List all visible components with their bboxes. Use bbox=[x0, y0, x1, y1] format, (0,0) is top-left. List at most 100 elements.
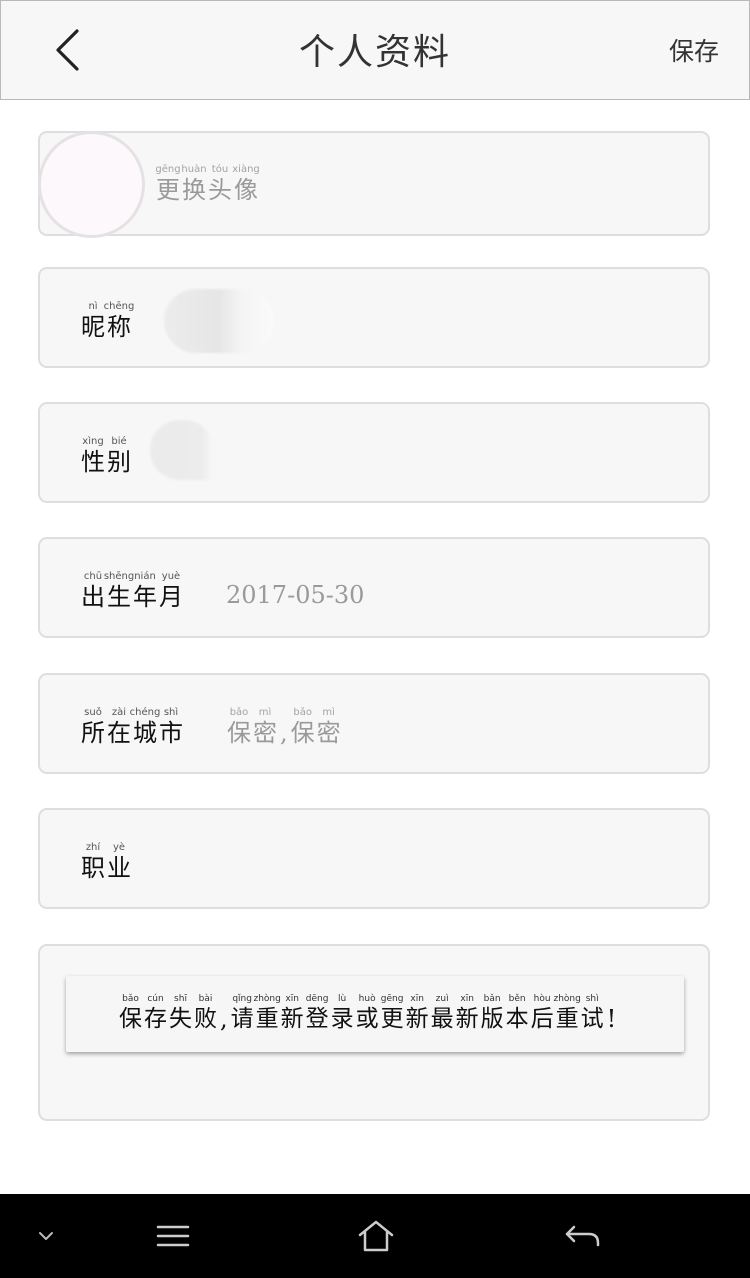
hanzi-text: 新 bbox=[280, 1006, 304, 1032]
change-avatar-label: gēng 更 huàn 换 tóu 头 xiàng 像 bbox=[155, 163, 259, 203]
hanzi-text: 存 bbox=[144, 1006, 167, 1032]
ruby-char: xìng 性 bbox=[80, 435, 106, 475]
pinyin-text: xìng bbox=[82, 436, 104, 447]
hanzi-text: 出 bbox=[81, 583, 105, 611]
ruby-char: zhí 职 bbox=[80, 841, 106, 881]
ruby-char: lù 录 bbox=[330, 992, 355, 1032]
ruby-char: xīn 新 bbox=[280, 992, 305, 1032]
occupation-row[interactable]: zhí 职 yè 业 bbox=[38, 808, 710, 909]
ruby-char: bǎo 保 bbox=[290, 706, 316, 746]
pinyin-text: bǎn bbox=[483, 994, 501, 1004]
bottom-panel: bǎo 保 cún 存 shī 失 bài 败 , qǐng 请 zhòng 重 xīn 新 dēng 登 l… bbox=[38, 944, 710, 1121]
birthdate-row[interactable]: chū 出 shēng 生 nián 年 yuè 月 2017-05-30 bbox=[38, 537, 710, 638]
hanzi-text: 新 bbox=[405, 1006, 429, 1032]
pinyin-text: běn bbox=[508, 994, 526, 1004]
pinyin-text: shì bbox=[163, 707, 179, 718]
hanzi-text: 更 bbox=[156, 176, 180, 204]
ruby-char: xiàng 像 bbox=[232, 163, 260, 204]
hanzi-text: 年 bbox=[133, 583, 157, 611]
ruby-char: qǐng 请 bbox=[230, 992, 255, 1032]
hanzi-text: 保 bbox=[227, 719, 251, 747]
pinyin-text: lù bbox=[338, 994, 347, 1004]
back-nav-button[interactable] bbox=[559, 1212, 607, 1260]
pinyin-text: xiàng bbox=[232, 164, 260, 175]
ruby-char: bié 别 bbox=[106, 435, 132, 475]
hanzi-text: 录 bbox=[330, 1006, 354, 1032]
ruby-char: mì 密 bbox=[252, 706, 278, 746]
hanzi-text: 业 bbox=[107, 854, 131, 882]
hanzi-text: 在 bbox=[107, 719, 131, 747]
hanzi-text: 失 bbox=[169, 1006, 192, 1032]
home-icon bbox=[358, 1220, 394, 1252]
ruby-char: shēng 生 bbox=[103, 570, 135, 610]
occupation-label: zhí 职 yè 业 bbox=[80, 841, 132, 881]
pinyin-text: mì bbox=[322, 707, 335, 718]
pinyin-text: shì bbox=[585, 994, 599, 1004]
ruby-char: xīn 新 bbox=[405, 992, 430, 1032]
ruby-char: suǒ 所 bbox=[80, 706, 106, 746]
hanzi-text: 最 bbox=[430, 1006, 454, 1032]
pinyin-text: huò bbox=[358, 994, 376, 1004]
ruby-char: huàn 换 bbox=[181, 163, 207, 203]
hanzi-text: 请 bbox=[230, 1006, 254, 1032]
menu-button[interactable] bbox=[149, 1212, 197, 1260]
pinyin-text: mì bbox=[258, 707, 272, 718]
ruby-char: yè 业 bbox=[106, 841, 132, 881]
ruby-char: gēng 更 bbox=[155, 163, 181, 203]
pinyin-text: gēng bbox=[155, 164, 181, 175]
birthdate-label: chū 出 shēng 生 nián 年 yuè 月 bbox=[80, 570, 184, 610]
ruby-char: nián 年 bbox=[132, 570, 158, 610]
hanzi-text: 像 bbox=[234, 176, 258, 204]
city-value-city: bǎo 保 mì 密 bbox=[290, 706, 342, 746]
pinyin-text: suǒ bbox=[84, 707, 102, 718]
hanzi-text: 头 bbox=[208, 176, 232, 204]
ruby-char: xīn 新 bbox=[455, 992, 480, 1032]
error-toast: bǎo 保 cún 存 shī 失 bài 败 , qǐng 请 zhòng 重 xīn 新 dēng 登 l… bbox=[66, 976, 684, 1052]
pinyin-text: nì bbox=[88, 301, 98, 312]
gender-value-blurred[interactable] bbox=[150, 420, 214, 480]
ruby-char: bǎo 保 bbox=[118, 992, 143, 1032]
system-navigation-bar bbox=[0, 1194, 750, 1278]
ruby-char: nì 昵 bbox=[80, 300, 106, 340]
ruby-char: yuè 月 bbox=[158, 570, 184, 610]
pinyin-text: bǎo bbox=[122, 994, 139, 1004]
pinyin-text: gēng bbox=[380, 994, 404, 1004]
pinyin-text: bǎo bbox=[293, 707, 312, 718]
ruby-char: dēng 登 bbox=[305, 992, 330, 1032]
hanzi-text: 称 bbox=[107, 313, 131, 341]
nickname-row[interactable]: nì 昵 chēng 称 bbox=[38, 267, 710, 368]
save-button[interactable]: 保存 bbox=[669, 32, 719, 68]
error-message-comma: , bbox=[220, 1005, 228, 1033]
hanzi-text: 后 bbox=[530, 1006, 554, 1032]
birthdate-value[interactable]: 2017-05-30 bbox=[226, 581, 364, 609]
pinyin-text: xīn bbox=[285, 994, 299, 1004]
error-message: bǎo 保 cún 存 shī 失 bài 败 , qǐng 请 zhòng 重 xīn 新 dēng 登 l… bbox=[118, 992, 618, 1032]
error-message-part2: qǐng 请 zhòng 重 xīn 新 dēng 登 lù 录 huò 或 gēng 更 xīn 新 zuì 最… bbox=[230, 992, 605, 1032]
city-value[interactable]: bǎo 保 mì 密 , bǎo 保 mì 密 bbox=[226, 706, 342, 746]
pinyin-text: shēng bbox=[103, 571, 135, 582]
gender-row[interactable]: xìng 性 bié 别 bbox=[38, 402, 710, 503]
change-avatar-row[interactable]: gēng 更 huàn 换 tóu 头 xiàng 像 bbox=[38, 131, 710, 238]
ruby-char: huò 或 bbox=[355, 992, 380, 1032]
hanzi-text: 更 bbox=[380, 1006, 404, 1032]
nickname-value-blurred[interactable] bbox=[164, 289, 274, 353]
pinyin-text: chéng bbox=[129, 707, 161, 718]
error-message-part1: bǎo 保 cún 存 shī 失 bài 败 bbox=[118, 992, 218, 1032]
pinyin-text: chēng bbox=[103, 301, 135, 312]
ruby-char: bǎn 版 bbox=[480, 992, 505, 1032]
home-button[interactable] bbox=[352, 1212, 400, 1260]
hide-nav-button[interactable] bbox=[22, 1212, 70, 1260]
ruby-char: chéng 城 bbox=[129, 706, 161, 746]
hanzi-text: 重 bbox=[555, 1006, 579, 1032]
pinyin-text: zuì bbox=[435, 994, 449, 1004]
ruby-char: zài 在 bbox=[106, 706, 132, 746]
hanzi-text: 登 bbox=[305, 1006, 329, 1032]
ruby-char: hòu 后 bbox=[530, 992, 555, 1032]
avatar[interactable] bbox=[38, 131, 145, 238]
chevron-down-icon bbox=[39, 1232, 53, 1240]
city-value-separator: , bbox=[280, 719, 288, 747]
city-row[interactable]: suǒ 所 zài 在 chéng 城 shì 市 bǎo 保 mì 密 , bǎo 保 mì 密 bbox=[38, 673, 710, 774]
pinyin-text: nián bbox=[134, 571, 156, 582]
ruby-char: shì 市 bbox=[158, 706, 184, 746]
ruby-char: chū 出 bbox=[80, 570, 106, 610]
